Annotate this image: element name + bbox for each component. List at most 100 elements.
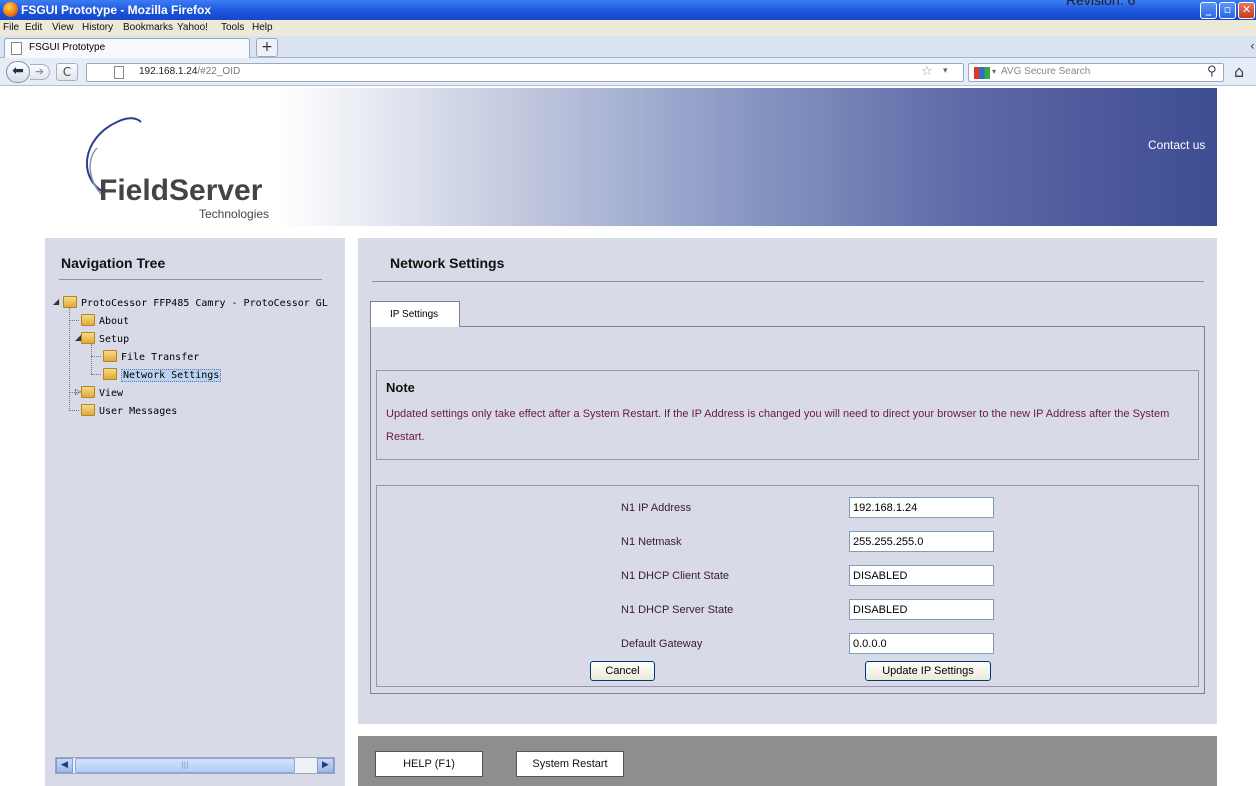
tree-item-file-transfer[interactable]: File Transfer xyxy=(103,350,199,363)
default-gateway-label: Default Gateway xyxy=(621,638,703,650)
contact-us-link[interactable]: Contact us xyxy=(1148,138,1205,152)
navigation-sidebar: Navigation Tree ◢ ◢ ▷ ProtoCessor FFP485… xyxy=(45,238,345,786)
folder-icon xyxy=(63,296,77,308)
tree-connector xyxy=(69,320,79,321)
tree-item-user-messages[interactable]: User Messages xyxy=(81,404,177,417)
netmask-label: N1 Netmask xyxy=(621,536,682,548)
tab-bar: FSGUI Prototype + ‹ xyxy=(0,36,1256,58)
netmask-input[interactable] xyxy=(849,531,994,552)
navigation-bar: ⬅ ➔ C 192.168.1.24/#22_OID ☆ ▾ ▾ AVG Sec… xyxy=(0,58,1256,86)
forward-button[interactable]: ➔ xyxy=(30,64,50,80)
tree-connector xyxy=(91,374,101,375)
folder-icon xyxy=(81,332,95,344)
tree-item-setup[interactable]: Setup xyxy=(81,332,129,345)
navigation-tree-title: Navigation Tree xyxy=(61,255,166,271)
logo-sub-text: Technologies xyxy=(199,207,269,221)
dhcp-server-state-input[interactable] xyxy=(849,599,994,620)
browser-tab[interactable]: FSGUI Prototype xyxy=(4,38,250,58)
firefox-icon xyxy=(3,2,18,17)
url-bar[interactable]: 192.168.1.24/#22_OID ☆ ▾ xyxy=(86,63,964,82)
logo-main-text: FieldServer xyxy=(99,174,263,207)
tree-item-label: ProtoCessor FFP485 Camry - ProtoCessor G… xyxy=(81,298,328,309)
bookmark-star-icon[interactable]: ☆ xyxy=(921,64,933,79)
update-ip-settings-button[interactable]: Update IP Settings xyxy=(865,661,991,681)
tree-item-root[interactable]: ProtoCessor FFP485 Camry - ProtoCessor G… xyxy=(63,296,328,309)
cancel-button[interactable]: Cancel xyxy=(590,661,655,681)
tab-ip-settings-label: IP Settings xyxy=(390,309,439,320)
folder-icon xyxy=(81,314,95,326)
menu-file[interactable]: File xyxy=(3,22,19,33)
tree-item-label: View xyxy=(99,388,124,399)
page-title: Network Settings xyxy=(390,255,505,271)
maximize-button[interactable]: ▫ xyxy=(1219,2,1236,19)
divider xyxy=(59,279,322,280)
tree-connector xyxy=(91,344,92,374)
close-window-button[interactable]: ✕ xyxy=(1238,2,1255,19)
note-text: Updated settings only take effect after … xyxy=(386,408,1170,443)
menu-bar: File Edit View History Bookmarks Yahoo! … xyxy=(0,20,1256,36)
menu-history[interactable]: History xyxy=(82,22,113,33)
tree-item-label: Network Settings xyxy=(121,369,222,382)
dhcp-server-state-label: N1 DHCP Server State xyxy=(621,604,734,616)
menu-yahoo[interactable]: Yahoo! xyxy=(177,22,208,33)
tree-connector xyxy=(69,308,70,411)
folder-icon xyxy=(103,368,117,380)
divider xyxy=(372,281,1204,282)
tree-item-network-settings[interactable]: Network Settings xyxy=(103,368,222,382)
search-box[interactable]: ▾ AVG Secure Search ⚲ xyxy=(968,63,1224,82)
url-path: /#22_OID xyxy=(197,66,241,77)
scrollbar-thumb[interactable]: ||| xyxy=(75,758,295,773)
default-gateway-input[interactable] xyxy=(849,633,994,654)
header-banner: FieldServer Technologies Contact us xyxy=(45,88,1217,226)
menu-help[interactable]: Help xyxy=(252,22,273,33)
menu-view[interactable]: View xyxy=(52,22,74,33)
menu-bookmarks[interactable]: Bookmarks xyxy=(123,22,173,33)
folder-icon xyxy=(103,350,117,362)
url-text[interactable]: 192.168.1.24/#22_OID xyxy=(139,66,240,77)
help-button[interactable]: HELP (F1) xyxy=(375,751,483,777)
note-title: Note xyxy=(386,380,415,395)
horizontal-scrollbar[interactable]: ◀ ||| ▶ xyxy=(55,757,335,774)
ip-address-label: N1 IP Address xyxy=(621,502,692,514)
page-icon xyxy=(11,42,22,55)
system-restart-button[interactable]: System Restart xyxy=(516,751,624,777)
tree-connector xyxy=(91,356,101,357)
chevron-down-icon[interactable]: ▾ xyxy=(992,67,996,76)
dhcp-client-state-input[interactable] xyxy=(849,565,994,586)
fieldserver-logo[interactable]: FieldServer Technologies xyxy=(67,98,307,224)
tree-expanded-icon[interactable]: ◢ xyxy=(53,297,59,306)
folder-icon xyxy=(81,386,95,398)
new-tab-button[interactable]: + xyxy=(256,38,278,57)
tree-item-about[interactable]: About xyxy=(81,314,129,327)
window-title: FSGUI Prototype - Mozilla Firefox xyxy=(21,3,212,17)
main-panel: Network Settings IP Settings Note Update… xyxy=(358,238,1217,724)
ip-settings-panel: Note Updated settings only take effect a… xyxy=(370,326,1205,694)
url-host: 192.168.1.24 xyxy=(139,66,198,77)
scroll-left-icon[interactable]: ◀ xyxy=(56,758,73,773)
tree-connector xyxy=(69,410,79,411)
tree-item-label: About xyxy=(99,316,130,327)
search-placeholder: AVG Secure Search xyxy=(1001,66,1091,77)
menu-edit[interactable]: Edit xyxy=(25,22,42,33)
tree-item-view[interactable]: View xyxy=(81,386,123,399)
bottom-action-bar: HELP (F1) System Restart xyxy=(358,736,1217,786)
ip-address-input[interactable] xyxy=(849,497,994,518)
minimize-button[interactable]: _ xyxy=(1200,2,1217,19)
menu-tools[interactable]: Tools xyxy=(221,22,244,33)
back-button[interactable]: ⬅ xyxy=(6,61,30,83)
tab-list-icon[interactable]: ‹ xyxy=(1250,39,1255,53)
tab-ip-settings[interactable]: IP Settings xyxy=(370,301,460,327)
revision-label: Revision: 6 xyxy=(1066,0,1136,8)
avg-search-engine-icon[interactable] xyxy=(974,67,990,79)
page-icon xyxy=(114,66,124,79)
tree-item-label: User Messages xyxy=(99,406,178,417)
tree-item-label: File Transfer xyxy=(121,352,200,363)
search-icon[interactable]: ⚲ xyxy=(1207,64,1217,79)
scroll-right-icon[interactable]: ▶ xyxy=(317,758,334,773)
home-icon[interactable]: ⌂ xyxy=(1234,62,1244,81)
folder-icon xyxy=(81,404,95,416)
dhcp-client-state-label: N1 DHCP Client State xyxy=(621,570,730,582)
chevron-down-icon[interactable]: ▾ xyxy=(943,66,948,76)
ip-settings-form: N1 IP Address N1 Netmask N1 DHCP Client … xyxy=(376,485,1199,687)
reload-button[interactable]: C xyxy=(56,63,78,81)
